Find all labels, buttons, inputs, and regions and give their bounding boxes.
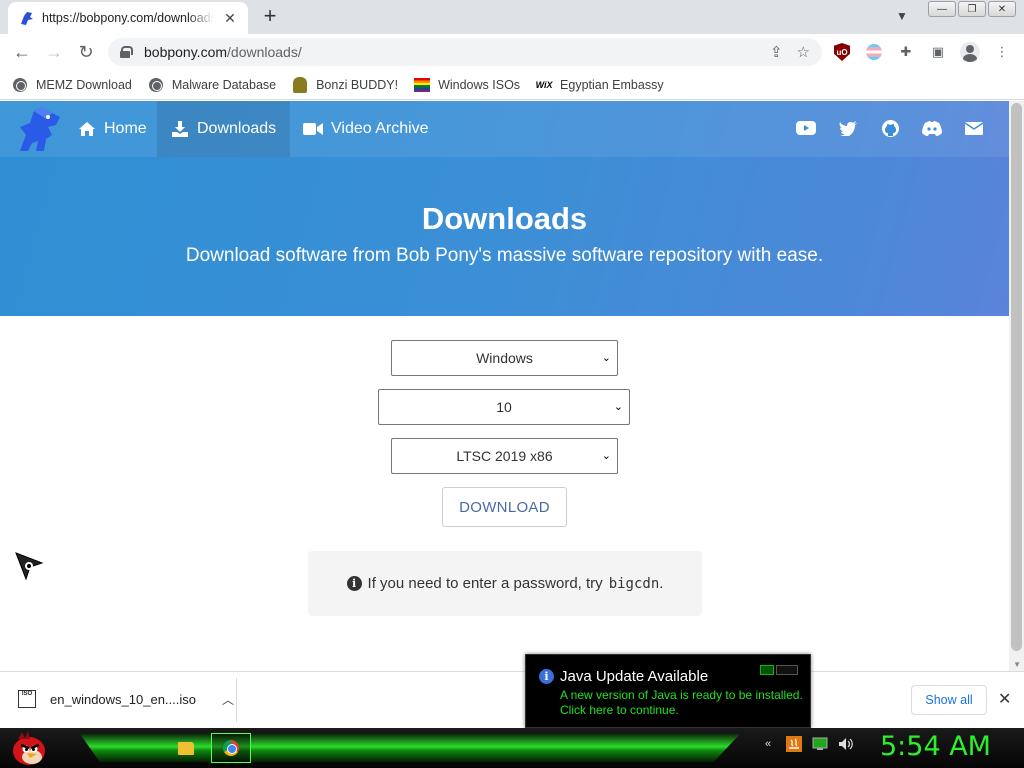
scroll-down-arrow-icon[interactable]: ▼ xyxy=(1013,660,1021,669)
restore-button[interactable]: ❐ xyxy=(958,1,986,17)
taskbar-explorer[interactable] xyxy=(166,733,206,763)
mail-icon[interactable] xyxy=(963,119,985,137)
site-navbar: Home Downloads Video Archive xyxy=(0,101,1009,157)
download-divider xyxy=(236,678,237,722)
globe-icon xyxy=(12,77,28,93)
bookmarks-bar: MEMZ Download Malware Database Bonzi BUD… xyxy=(0,70,1024,100)
nav-home[interactable]: Home xyxy=(66,101,159,157)
download-button[interactable]: DOWNLOAD xyxy=(442,487,567,527)
discord-icon[interactable] xyxy=(921,119,943,137)
share-icon[interactable]: ⇪ xyxy=(770,43,783,61)
bookmark-egyptian-embassy[interactable]: WiX Egyptian Embassy xyxy=(536,77,664,93)
nav-downloads[interactable]: Downloads xyxy=(157,101,291,157)
wix-icon: WiX xyxy=(535,79,553,90)
system-tray: « xyxy=(760,736,854,752)
reload-button[interactable]: ↻ xyxy=(70,42,102,63)
chevron-down-icon: ⌄ xyxy=(613,401,623,413)
mouse-cursor-icon xyxy=(15,552,44,581)
iso-file-icon: ISO xyxy=(18,690,36,708)
java-notification-controls[interactable] xyxy=(760,665,798,675)
twitter-icon[interactable] xyxy=(837,119,859,137)
network-icon[interactable] xyxy=(812,736,828,752)
password-code: bigcdn xyxy=(608,575,660,592)
password-notice: i If you need to enter a password, try b… xyxy=(308,551,702,616)
page-viewport: Home Downloads Video Archive Downloads D… xyxy=(0,101,1024,671)
nav-video-archive[interactable]: Video Archive xyxy=(291,101,441,157)
show-all-button[interactable]: Show all xyxy=(911,685,987,715)
scrollbar-thumb[interactable] xyxy=(1011,103,1022,651)
folder-icon xyxy=(178,741,194,755)
github-icon[interactable] xyxy=(879,119,901,137)
url-text[interactable]: bobpony.com/downloads/ xyxy=(144,44,770,60)
window-controls: — ❐ ✕ xyxy=(928,1,1016,17)
info-icon: i xyxy=(346,576,362,591)
side-panel-icon[interactable]: ▣ xyxy=(928,42,948,62)
chevron-down-icon: ⌄ xyxy=(601,450,611,462)
java-update-notification[interactable]: i Java Update Available A new version of… xyxy=(525,654,811,728)
bob-pony-logo-icon[interactable] xyxy=(12,105,64,155)
start-button-angry-bird-icon[interactable] xyxy=(8,729,48,767)
java-notification-title: Java Update Available xyxy=(560,668,709,685)
info-icon: i xyxy=(539,669,554,684)
tab-strip: https://bobpony.com/downloads/ ✕ + ▼ — ❐… xyxy=(0,0,1024,34)
tab-search-chevron-icon[interactable]: ▼ xyxy=(896,9,908,23)
page-title: Downloads xyxy=(421,201,588,236)
taskbar-chrome[interactable] xyxy=(211,733,251,763)
extensions-area: uO ✚ ▣ ⋮ xyxy=(832,42,1012,62)
forward-button[interactable]: → xyxy=(38,42,70,63)
address-bar[interactable]: bobpony.com/downloads/ ⇪ ☆ xyxy=(108,38,822,66)
window-close-button[interactable]: ✕ xyxy=(988,1,1016,17)
home-icon xyxy=(79,122,95,136)
download-item[interactable]: ISO en_windows_10_en....iso ︿ xyxy=(18,690,234,708)
chevron-down-icon: ⌄ xyxy=(601,352,611,364)
trans-flag-extension-icon[interactable] xyxy=(864,42,884,62)
tray-chevron-icon[interactable]: « xyxy=(760,736,776,752)
browser-toolbar: ← → ↻ bobpony.com/downloads/ ⇪ ☆ uO ✚ ▣ … xyxy=(0,34,1024,70)
download-file-name: en_windows_10_en....iso xyxy=(50,691,196,707)
close-download-bar-icon[interactable]: ✕ xyxy=(998,689,1011,709)
bonzi-icon xyxy=(292,76,308,93)
profile-avatar[interactable] xyxy=(960,42,980,62)
java-tray-icon[interactable] xyxy=(786,736,802,752)
edition-select[interactable]: LTSC 2019 x86 ⌄ xyxy=(391,438,618,474)
chrome-icon xyxy=(223,740,239,756)
video-icon xyxy=(303,123,323,135)
menu-kebab-icon[interactable]: ⋮ xyxy=(992,42,1012,62)
download-icon xyxy=(172,121,188,137)
bookmark-malware-database[interactable]: Malware Database xyxy=(148,77,276,93)
new-tab-button[interactable]: + xyxy=(258,5,282,27)
minimize-button[interactable]: — xyxy=(928,1,956,17)
tab-close-icon[interactable]: ✕ xyxy=(222,10,238,27)
bookmark-windows-isos[interactable]: Windows ISOs xyxy=(414,77,520,93)
lock-icon[interactable] xyxy=(120,46,133,58)
bookmark-memz[interactable]: MEMZ Download xyxy=(12,77,132,93)
back-button[interactable]: ← xyxy=(6,42,38,63)
version-select[interactable]: 10 ⌄ xyxy=(378,389,630,425)
chevron-up-icon[interactable]: ︿ xyxy=(222,691,234,708)
os-select[interactable]: Windows ⌄ xyxy=(391,340,618,376)
bookmark-star-icon[interactable]: ☆ xyxy=(797,43,810,61)
bookmark-bonzi-buddy[interactable]: Bonzi BUDDY! xyxy=(292,76,398,93)
globe-icon xyxy=(148,77,164,93)
page-subtitle: Download software from Bob Pony's massiv… xyxy=(185,245,824,266)
taskbar: « 5:54 AM xyxy=(0,728,1024,768)
rainbow-flag-icon xyxy=(414,77,431,93)
tab-title: https://bobpony.com/downloads/ xyxy=(42,11,214,25)
youtube-icon[interactable] xyxy=(795,119,817,137)
java-notification-body[interactable]: A new version of Java is ready to be ins… xyxy=(560,688,803,718)
scrollbar[interactable]: ▼ xyxy=(1009,101,1024,671)
social-links xyxy=(795,119,985,137)
ublock-origin-icon[interactable]: uO xyxy=(832,42,852,62)
download-shelf: ISO en_windows_10_en....iso ︿ Show all ✕ xyxy=(0,671,1024,728)
browser-tab[interactable]: https://bobpony.com/downloads/ ✕ xyxy=(8,2,248,34)
site-favicon-icon xyxy=(21,12,33,25)
extensions-puzzle-icon[interactable]: ✚ xyxy=(896,42,916,62)
volume-icon[interactable] xyxy=(838,736,854,752)
hero-banner: Home Downloads Video Archive Downloads D… xyxy=(0,101,1009,316)
taskbar-clock[interactable]: 5:54 AM xyxy=(880,731,991,762)
